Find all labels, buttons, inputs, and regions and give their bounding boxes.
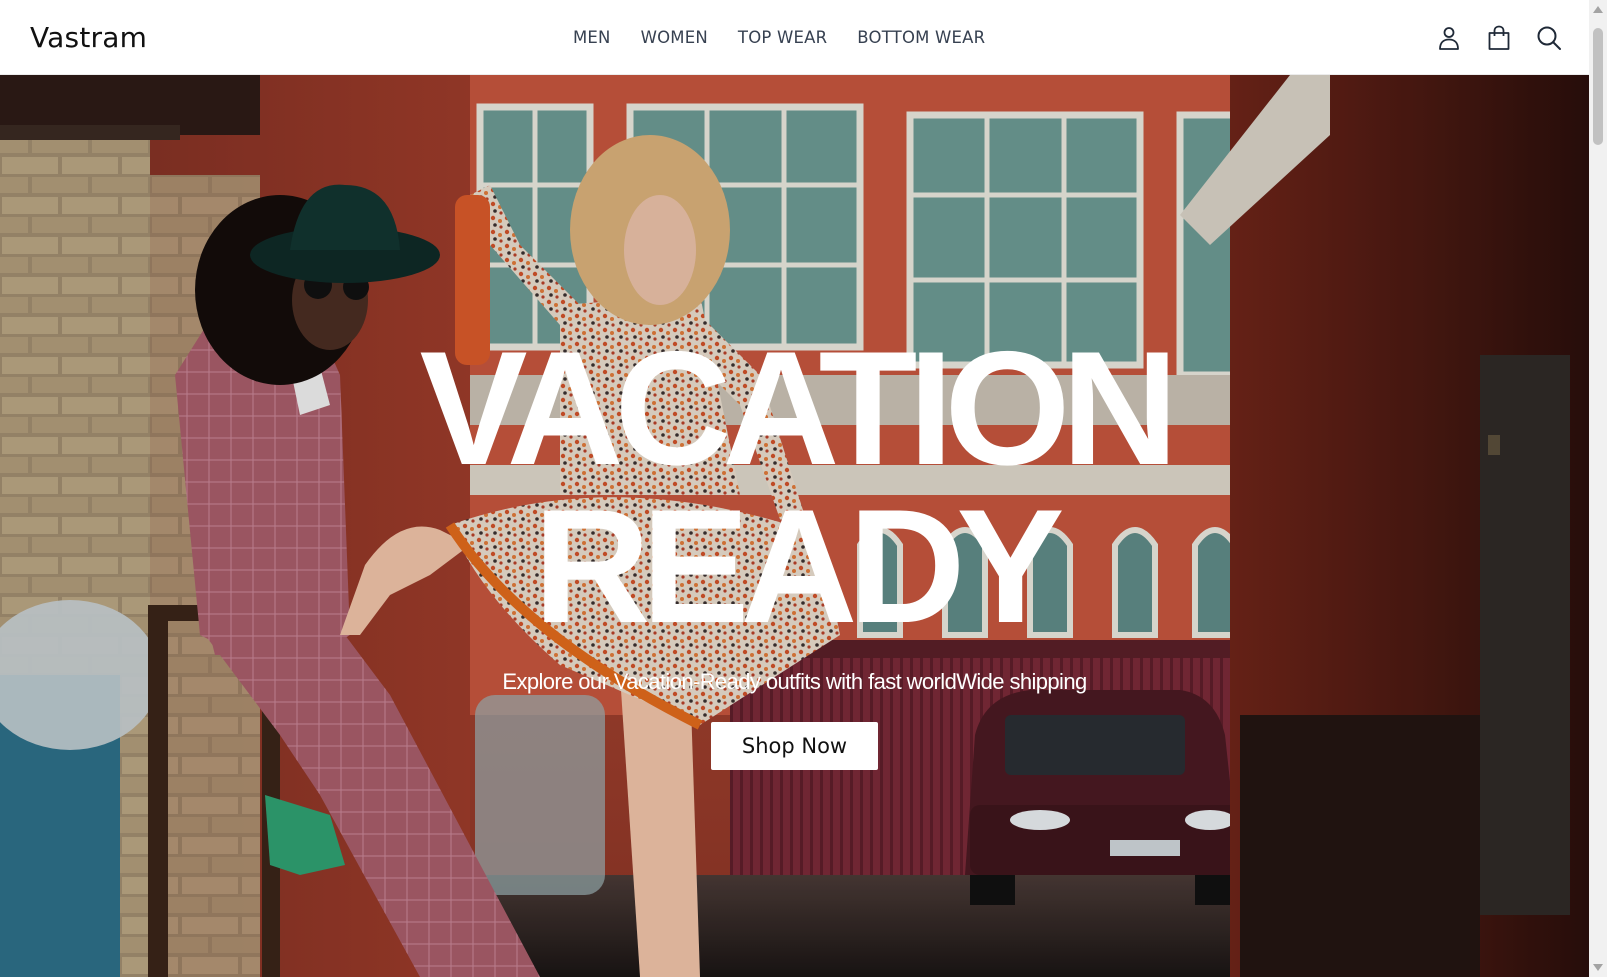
scroll-down-arrow-icon[interactable] [1593, 964, 1603, 971]
nav-link-women[interactable]: WOMEN [641, 28, 708, 47]
nav-link-top-wear[interactable]: TOP WEAR [738, 28, 827, 47]
search-icon[interactable] [1535, 24, 1563, 52]
hero-banner: VACATION READY Explore our Vacation-Read… [0, 75, 1589, 977]
top-navbar: Vastram MEN WOMEN TOP WEAR BOTTOM WEAR [0, 0, 1589, 75]
page-scrollbar[interactable] [1589, 0, 1607, 977]
nav-icon-group [1435, 0, 1563, 75]
hero-content: VACATION READY Explore our Vacation-Read… [0, 75, 1589, 977]
scroll-up-arrow-icon[interactable] [1593, 6, 1603, 13]
hero-title: VACATION READY [0, 328, 1589, 648]
nav-link-bottom-wear[interactable]: BOTTOM WEAR [857, 28, 985, 47]
shop-now-button[interactable]: Shop Now [711, 722, 878, 770]
hero-subtitle: Explore our Vacation-Ready outfits with … [502, 669, 1087, 694]
nav-link-men[interactable]: MEN [573, 28, 611, 47]
scrollbar-thumb[interactable] [1593, 28, 1603, 145]
hero-title-line-1: VACATION [419, 318, 1179, 499]
user-icon[interactable] [1435, 24, 1463, 52]
brand-logo[interactable]: Vastram [30, 21, 147, 54]
main-nav: MEN WOMEN TOP WEAR BOTTOM WEAR [573, 0, 985, 75]
hero-title-line-2: READY [533, 476, 1064, 657]
shopping-bag-icon[interactable] [1485, 24, 1513, 52]
